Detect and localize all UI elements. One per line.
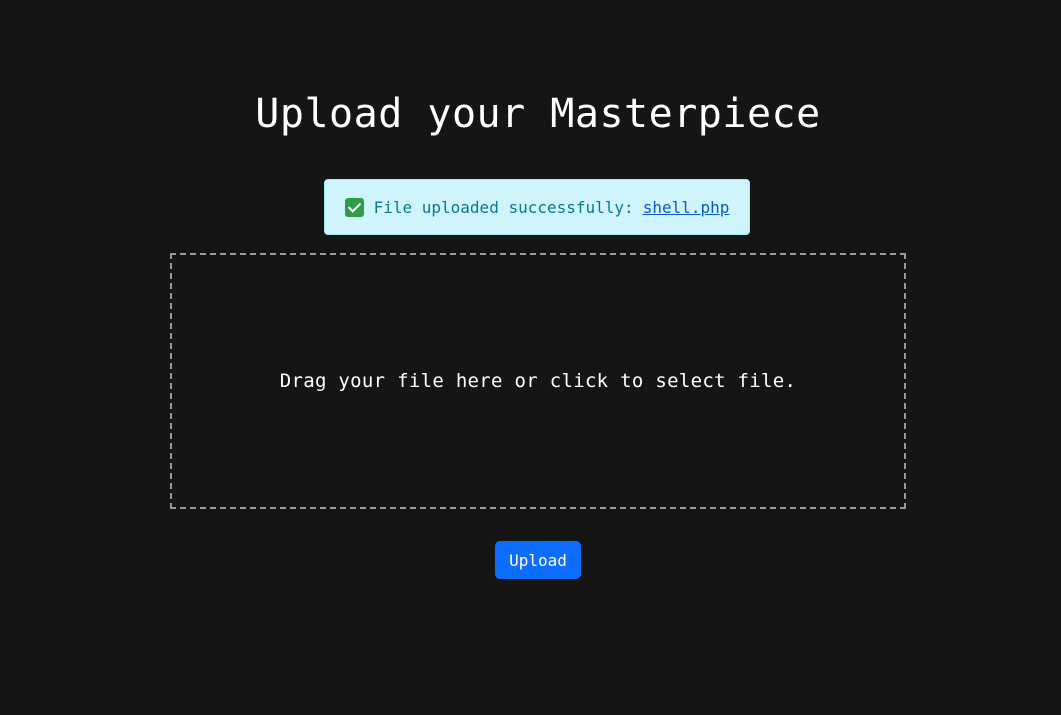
uploaded-file-link[interactable]: shell.php: [643, 198, 730, 217]
upload-page: Upload your Masterpiece File uploaded su…: [0, 0, 1061, 715]
alert-message: File uploaded successfully:: [373, 197, 634, 217]
file-dropzone[interactable]: Drag your file here or click to select f…: [170, 253, 906, 509]
dropzone-label: Drag your file here or click to select f…: [279, 370, 797, 392]
check-mark-icon: [344, 197, 364, 217]
success-alert: File uploaded successfully: shell.php: [324, 179, 750, 235]
page-title: Upload your Masterpiece: [255, 91, 821, 137]
upload-button[interactable]: Upload: [495, 541, 581, 579]
